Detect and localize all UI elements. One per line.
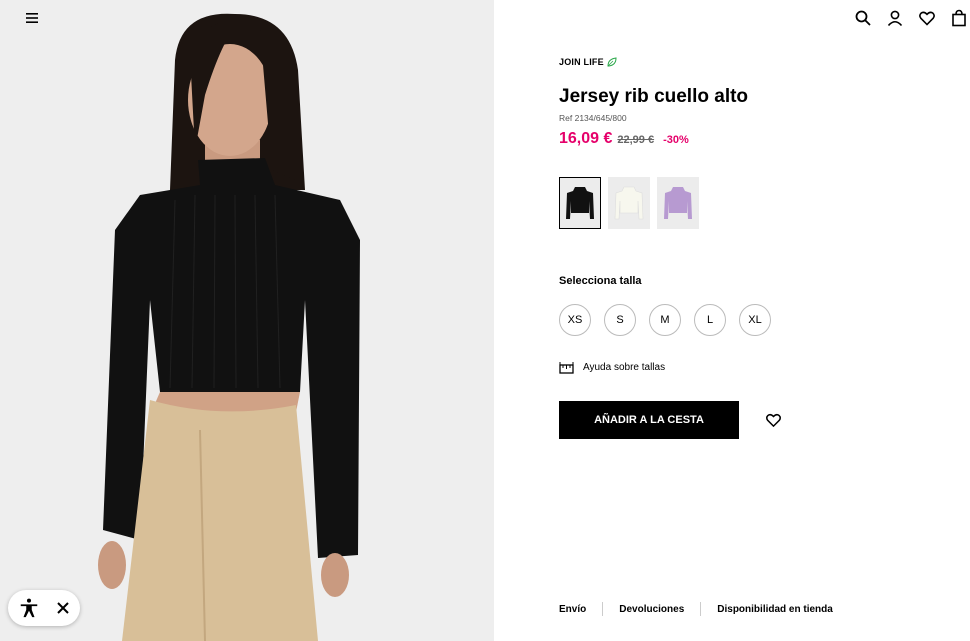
- returns-link[interactable]: Devoluciones: [619, 604, 684, 615]
- leaf-icon: [607, 57, 617, 67]
- heart-icon[interactable]: [918, 9, 936, 27]
- size-option-xs[interactable]: XS: [559, 304, 591, 336]
- bag-icon[interactable]: [950, 9, 968, 27]
- color-swatch-black[interactable]: [559, 177, 601, 229]
- add-to-cart-button[interactable]: AÑADIR A LA CESTA: [559, 401, 739, 439]
- size-help-link[interactable]: Ayuda sobre tallas: [559, 361, 665, 374]
- search-icon[interactable]: [854, 9, 872, 27]
- wishlist-heart-icon[interactable]: [765, 412, 782, 428]
- size-option-l[interactable]: L: [694, 304, 726, 336]
- user-icon[interactable]: [886, 9, 904, 27]
- size-option-m[interactable]: M: [649, 304, 681, 336]
- store-availability-link[interactable]: Disponibilidad en tienda: [717, 604, 833, 615]
- color-swatch-white[interactable]: [608, 177, 650, 229]
- product-photo-panel: [0, 0, 494, 641]
- badge-label: JOIN LIFE: [559, 57, 604, 67]
- sweater-thumbnail-black: [566, 187, 594, 219]
- footer-divider: [602, 602, 604, 616]
- footer-links: Envío Devoluciones Disponibilidad en tie…: [559, 602, 833, 616]
- price-current: 16,09 €: [559, 130, 613, 147]
- color-swatch-lilac[interactable]: [657, 177, 699, 229]
- product-ref: Ref 2134/645/800: [559, 113, 627, 123]
- footer-divider: [700, 602, 702, 616]
- product-photo: [0, 0, 494, 641]
- size-option-xl[interactable]: XL: [739, 304, 771, 336]
- ruler-icon: [559, 362, 574, 374]
- join-life-badge: JOIN LIFE: [559, 57, 617, 67]
- sweater-thumbnail-lilac: [664, 187, 692, 219]
- price-original: 22,99 €: [617, 134, 655, 146]
- accessibility-widget: [8, 590, 80, 626]
- price-row: 16,09 € 22,99 € -30%: [559, 130, 689, 148]
- size-help-label: Ayuda sobre tallas: [583, 362, 666, 373]
- discount-badge: -30%: [663, 134, 689, 146]
- size-option-s[interactable]: S: [604, 304, 636, 336]
- shipping-link[interactable]: Envío: [559, 604, 586, 615]
- size-selector-label: Selecciona talla: [559, 275, 642, 287]
- product-title: Jersey rib cuello alto: [559, 86, 749, 107]
- header-icons: [854, 9, 968, 27]
- sweater-thumbnail-white: [614, 186, 644, 220]
- size-selector: XS S M L XL: [559, 304, 771, 336]
- hamburger-menu-icon[interactable]: [24, 10, 40, 26]
- color-selector: [559, 177, 699, 229]
- accessibility-icon[interactable]: [18, 597, 40, 619]
- close-icon[interactable]: [56, 601, 70, 615]
